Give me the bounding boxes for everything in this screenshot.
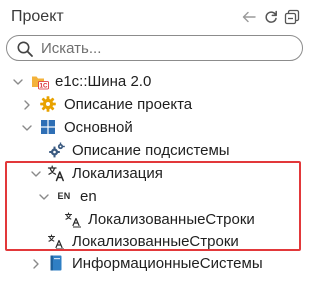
project-folder-icon: 1C — [31, 72, 49, 90]
search-input[interactable] — [41, 39, 291, 57]
collapse-all-icon[interactable] — [283, 8, 301, 26]
tree-item-label: ЛокализованныеСтроки — [88, 211, 255, 228]
tree-item-label: e1c::Шина 2.0 — [55, 73, 152, 90]
project-panel: Проект 1C e1c::Шина 2.0 — [0, 0, 309, 281]
tree-item-label: Основной — [64, 119, 133, 136]
search-icon — [16, 40, 34, 58]
strings-icon — [64, 210, 82, 228]
chevron-down-icon[interactable] — [21, 121, 33, 133]
tree-item-main[interactable]: Основной — [0, 116, 309, 138]
search-box — [6, 35, 303, 61]
chevron-down-icon[interactable] — [12, 75, 24, 87]
chevron-down-icon[interactable] — [38, 190, 50, 202]
subsystem-icon — [39, 118, 57, 136]
gear-icon — [39, 95, 57, 113]
chevron-down-icon[interactable] — [30, 167, 42, 179]
tree-item-label: Локализация — [72, 165, 163, 182]
language-tag: EN — [57, 191, 71, 201]
chevron-right-icon[interactable] — [21, 98, 33, 110]
tree-item-label: Описание проекта — [64, 96, 193, 113]
strings-icon — [47, 232, 65, 250]
tree-item-root[interactable]: 1C e1c::Шина 2.0 — [0, 70, 309, 92]
chevron-right-icon[interactable] — [30, 257, 42, 269]
tree-item-label: ЛокализованныеСтроки — [72, 233, 239, 250]
tree-item-label: en — [80, 188, 97, 205]
panel-header: Проект — [0, 0, 309, 34]
translate-icon — [47, 164, 65, 182]
back-arrow-icon[interactable] — [240, 8, 258, 26]
tree-item-en-strings[interactable]: ЛокализованныеСтроки — [0, 208, 309, 230]
language-tag-icon: EN — [55, 187, 73, 205]
tree-item-label: Описание подсистемы — [72, 142, 230, 159]
tree-item-label: ИнформационныеСистемы — [72, 255, 263, 272]
book-icon — [47, 254, 65, 272]
panel-title: Проект — [11, 8, 64, 25]
tree-item-info-systems[interactable]: ИнформационныеСистемы — [0, 252, 309, 274]
tree-item-en[interactable]: EN en — [0, 185, 309, 207]
tree-item-strings[interactable]: ЛокализованныеСтроки — [0, 230, 309, 252]
refresh-icon[interactable] — [262, 8, 280, 26]
tree-item-subsystem-description[interactable]: Описание подсистемы — [0, 139, 309, 161]
tree-item-localization[interactable]: Локализация — [0, 162, 309, 184]
gears-icon — [48, 141, 66, 159]
tree-item-project-description[interactable]: Описание проекта — [0, 93, 309, 115]
svg-text:1C: 1C — [40, 82, 48, 89]
